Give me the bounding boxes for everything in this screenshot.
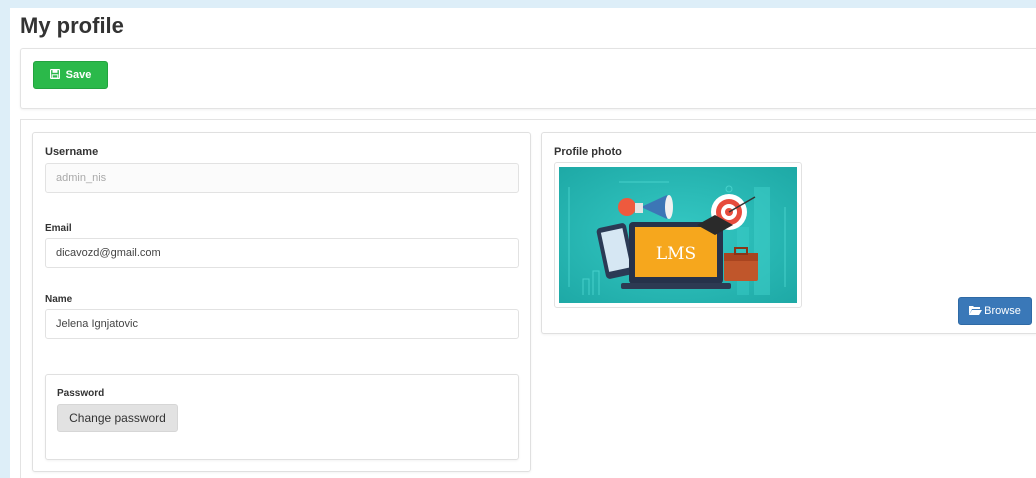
change-password-button[interactable]: Change password	[57, 404, 178, 432]
floppy-disk-icon	[49, 68, 60, 82]
profile-photo-label: Profile photo	[554, 146, 622, 158]
profile-photo-card: Profile photo LMS Browse	[541, 132, 1036, 334]
password-label: Password	[57, 388, 105, 399]
email-field[interactable]: dicavozd@gmail.com	[45, 238, 519, 268]
username-field[interactable]: admin_nis	[45, 163, 519, 193]
main-panel: Username admin_nis Email dicavozd@gmail.…	[20, 119, 1036, 478]
toolbar-panel: Save	[20, 48, 1036, 109]
save-button[interactable]: Save	[33, 61, 108, 89]
folder-open-icon	[969, 305, 983, 318]
profile-photo-frame: LMS	[554, 162, 802, 308]
save-button-label: Save	[65, 69, 92, 81]
lms-text: LMS	[656, 244, 696, 264]
email-label: Email	[45, 223, 72, 234]
profile-photo-image: LMS	[559, 167, 797, 303]
username-label: Username	[45, 146, 99, 158]
browse-button-label: Browse	[984, 305, 1021, 317]
page-title: My profile	[20, 13, 124, 38]
name-field[interactable]: Jelena Ignjatovic	[45, 309, 519, 339]
name-label: Name	[45, 294, 73, 305]
browse-button[interactable]: Browse	[958, 297, 1032, 325]
password-card: Password Change password	[45, 374, 519, 460]
account-details-card: Username admin_nis Email dicavozd@gmail.…	[32, 132, 531, 472]
page: My profile Save Username admin_nis Email…	[10, 8, 1036, 478]
